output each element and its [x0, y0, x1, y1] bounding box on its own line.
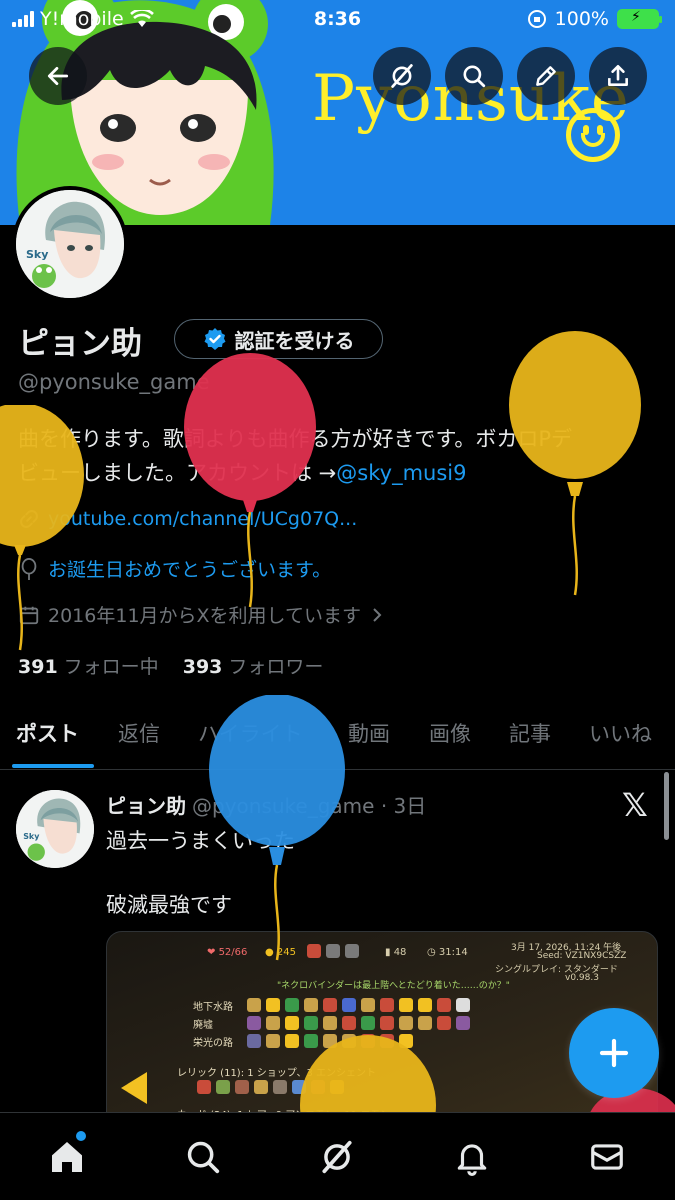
- bio-mention-link[interactable]: @sky_musi9: [336, 461, 466, 485]
- bottom-navigation: [0, 1112, 675, 1200]
- bell-icon: [457, 1144, 487, 1176]
- post-author-avatar[interactable]: Sky: [16, 790, 94, 868]
- media-prev-arrow-icon[interactable]: [121, 1072, 147, 1104]
- share-button[interactable]: [589, 47, 647, 105]
- active-tab-indicator: [12, 764, 94, 768]
- media-row-2-icons: [247, 1016, 470, 1030]
- media-version: v0.98.3: [565, 973, 599, 983]
- edit-button[interactable]: [517, 47, 575, 105]
- search-icon: [187, 1141, 220, 1174]
- avatar-image: Sky: [16, 190, 124, 298]
- nav-notifications[interactable]: [450, 1135, 494, 1179]
- yellow-balloon-bottom: [300, 1035, 436, 1112]
- media-quote: "ネクロバインダーは最上階へとたどり着いた……のか？": [277, 981, 510, 991]
- home-icon: [52, 1142, 82, 1172]
- grok-icon: [322, 1140, 352, 1174]
- back-button[interactable]: [29, 47, 87, 105]
- nav-home[interactable]: [45, 1135, 89, 1179]
- svg-text:Sky: Sky: [26, 248, 48, 261]
- plus-icon: [599, 1038, 629, 1068]
- post-author-name[interactable]: ピョン助: [106, 794, 186, 818]
- x-logo-icon: 𝕏: [622, 786, 648, 824]
- following-count: 391: [18, 656, 58, 678]
- search-icon: [463, 65, 486, 88]
- battery-percent: 100%: [554, 8, 609, 30]
- profile-avatar[interactable]: Sky: [12, 186, 128, 302]
- orientation-lock-icon: [527, 10, 546, 28]
- nav-messages[interactable]: [585, 1135, 629, 1179]
- post-time: · 3日: [380, 794, 427, 818]
- scrollbar[interactable]: [664, 772, 669, 840]
- status-bar: Y!mobile 8:36 100% ⚡: [0, 0, 675, 40]
- grok-button[interactable]: [373, 47, 431, 105]
- yellow-balloon-right: [509, 331, 641, 596]
- mail-icon: [591, 1144, 623, 1170]
- tab-articles[interactable]: 記事: [509, 718, 551, 748]
- following-label: フォロー中: [63, 656, 159, 678]
- followers-label: フォロワー: [228, 656, 324, 678]
- followers-count: 393: [182, 656, 223, 678]
- search-profile-button[interactable]: [445, 47, 503, 105]
- banner-smiley: [566, 108, 620, 162]
- compose-post-button[interactable]: [569, 1008, 659, 1098]
- chevron-right-icon[interactable]: [369, 606, 385, 624]
- share-icon: [608, 64, 628, 86]
- tab-posts[interactable]: ポスト: [16, 718, 79, 748]
- media-row-1-icons: [247, 998, 470, 1012]
- avatar-image: Sky: [16, 790, 94, 868]
- media-count: ▮ 48: [385, 947, 407, 958]
- back-arrow-icon: [47, 67, 69, 85]
- media-timer: ◷ 31:14: [427, 947, 468, 958]
- media-seed: Seed: VZ1NX9CSZZ: [537, 951, 627, 961]
- home-notification-dot: [76, 1131, 86, 1141]
- blue-balloon: [209, 695, 345, 961]
- follow-stats: 391 フォロー中 393 フォロワー: [18, 652, 323, 679]
- svg-text:Sky: Sky: [23, 832, 40, 841]
- tab-photos[interactable]: 画像: [429, 718, 471, 748]
- following-link[interactable]: 391 フォロー中: [18, 656, 159, 678]
- media-mode: シングルプレイ: スタンダード: [495, 965, 618, 975]
- nav-grok[interactable]: [315, 1135, 359, 1179]
- followers-link[interactable]: 393 フォロワー: [183, 656, 324, 678]
- pencil-icon: [536, 66, 556, 86]
- nav-search[interactable]: [181, 1135, 225, 1179]
- battery-icon: ⚡: [617, 9, 662, 29]
- media-row-1: 地下水路: [193, 1002, 233, 1013]
- profile-name: ピョン助: [18, 326, 142, 362]
- tab-likes[interactable]: いいね: [589, 718, 652, 748]
- tab-replies[interactable]: 返信: [118, 718, 160, 748]
- yellow-balloon-left: [0, 405, 84, 651]
- media-row-3: 栄光の路: [193, 1038, 233, 1049]
- grok-icon: [391, 64, 413, 88]
- verified-badge-icon: [204, 328, 225, 350]
- red-balloon: [184, 353, 316, 608]
- media-row-2: 廃墟: [193, 1020, 213, 1031]
- get-verified-label: 認証を受ける: [234, 328, 355, 353]
- tab-videos[interactable]: 動画: [348, 718, 390, 748]
